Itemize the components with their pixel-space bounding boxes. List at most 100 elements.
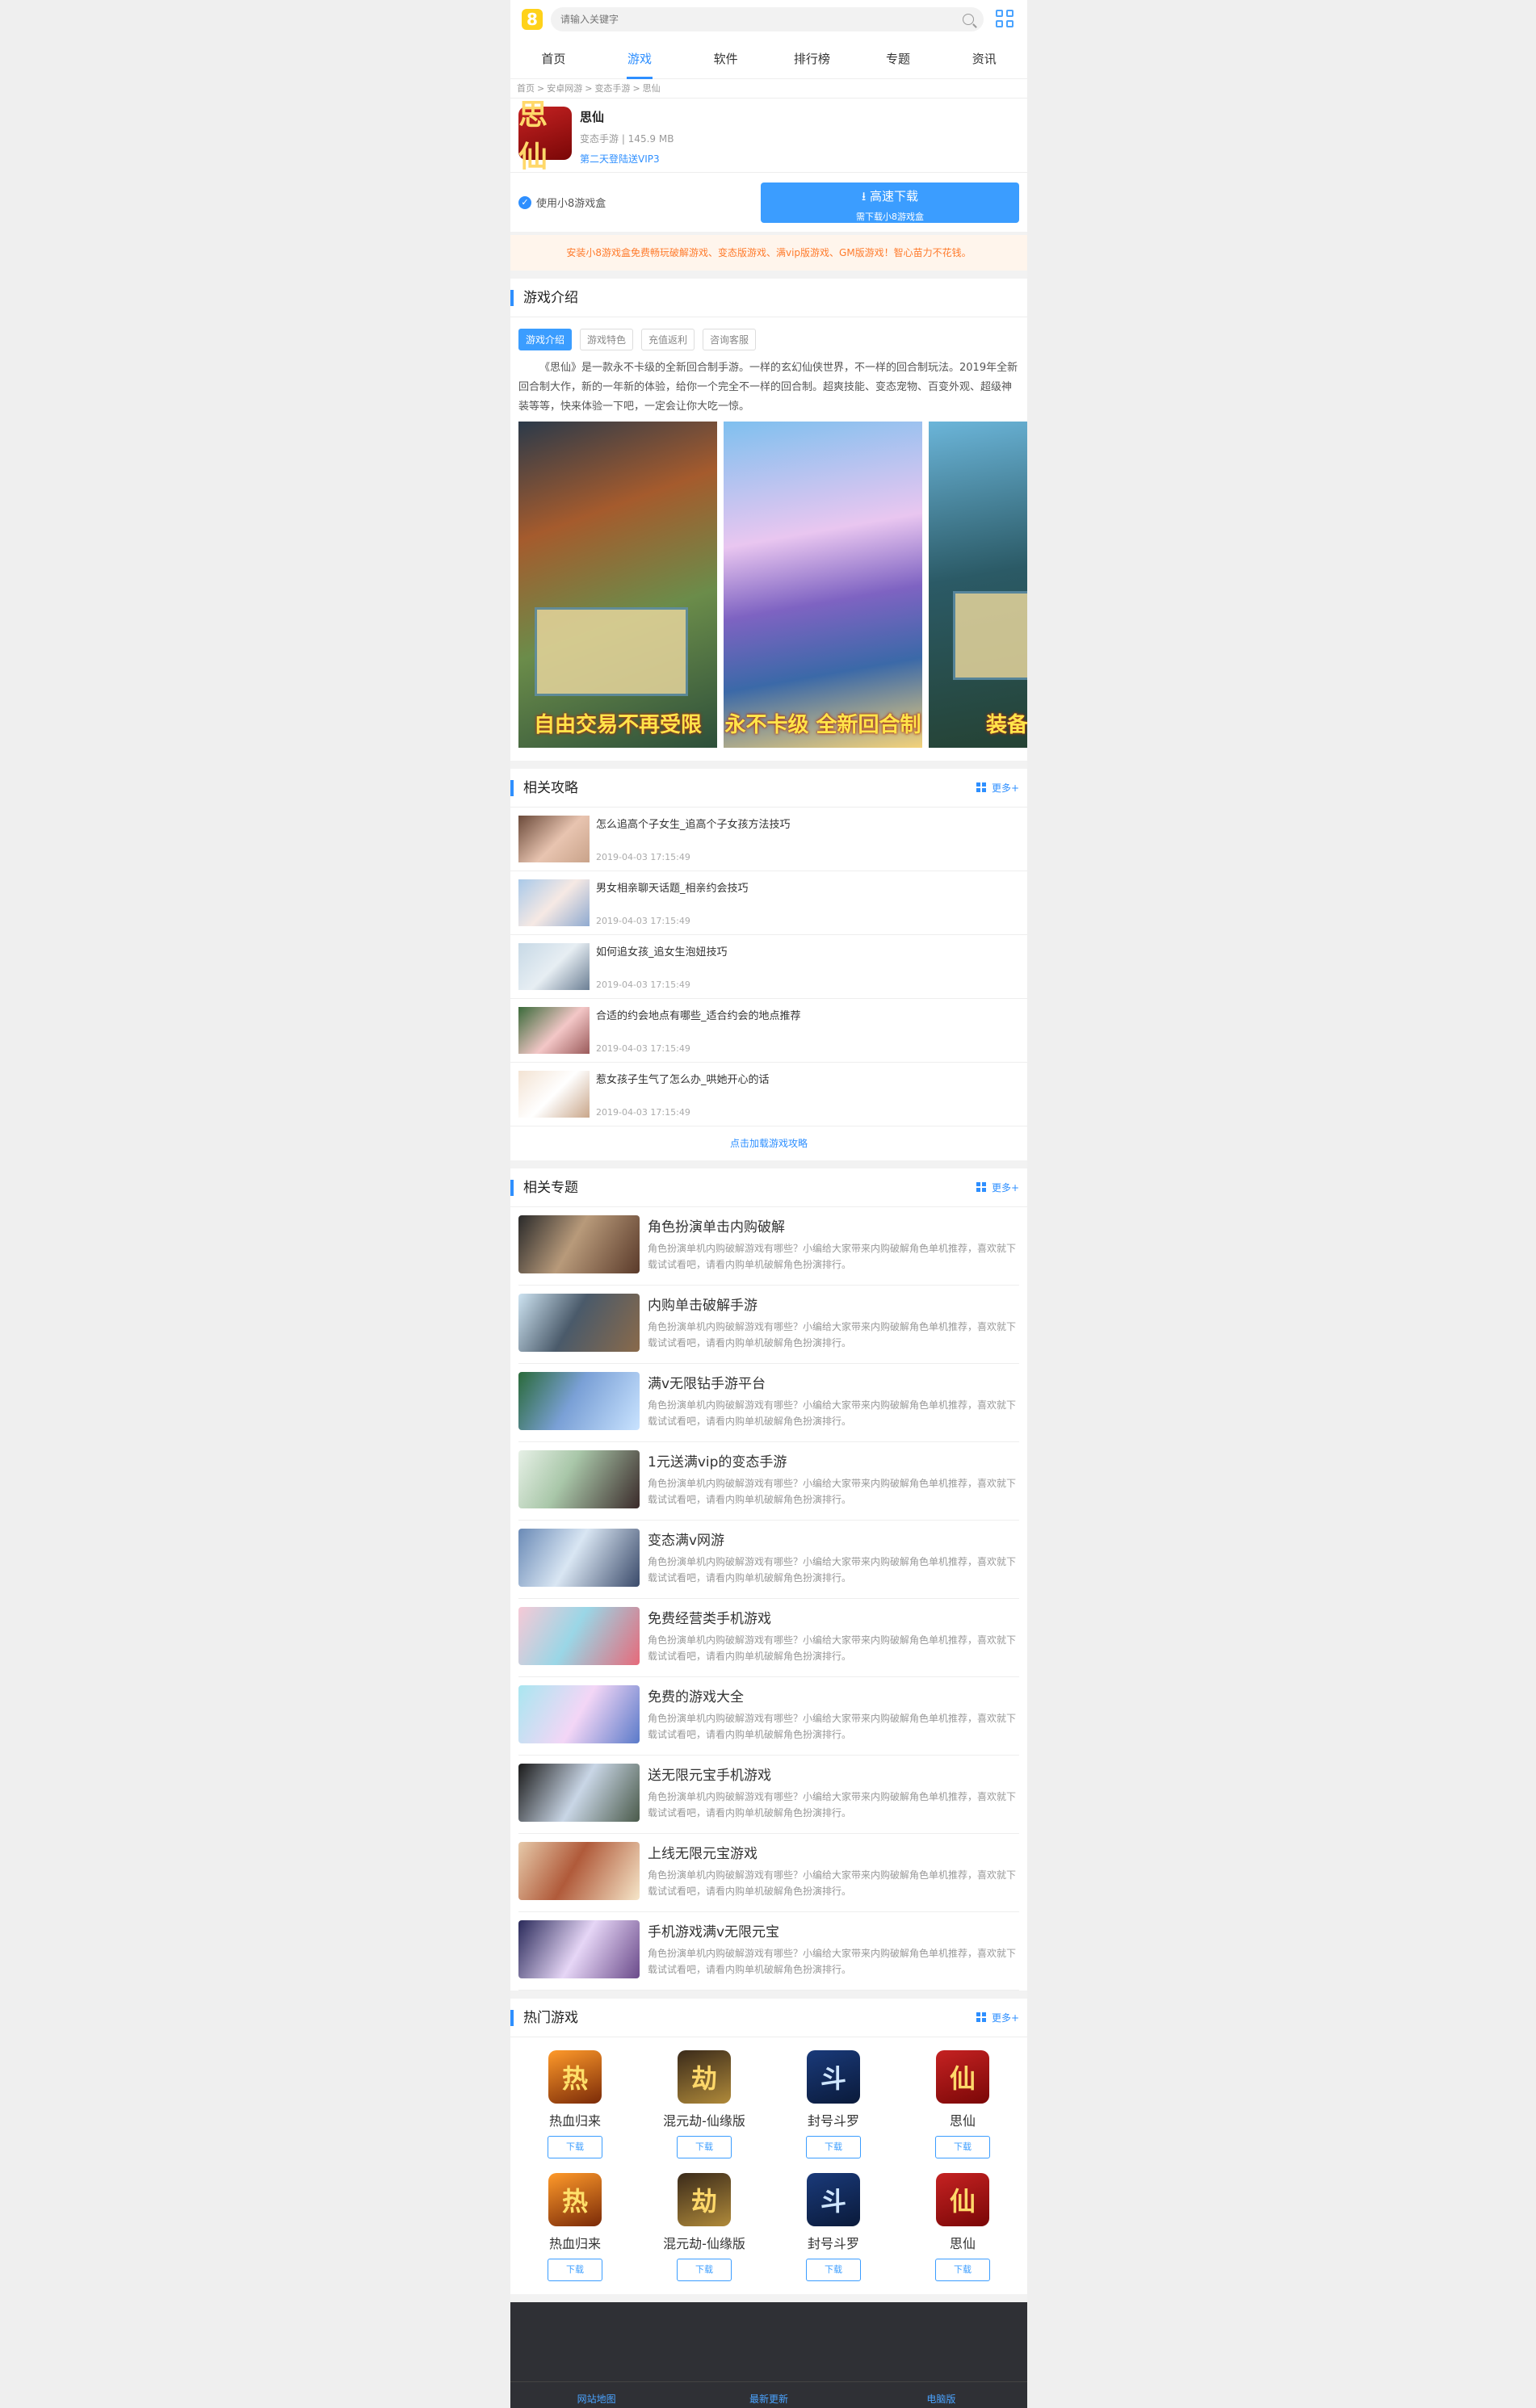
article-title[interactable]: 如何追女孩_追女生泡妞技巧	[596, 943, 1019, 959]
screenshot-strip[interactable]: 自由交易不再受限 永不卡级 全新回合制 装备全靠	[510, 422, 1027, 761]
hot-game-icon[interactable]: 劫	[678, 2173, 731, 2226]
topic-item[interactable]: 送无限元宝手机游戏 角色扮演单机内购破解游戏有哪些？小编给大家带来内购破解角色单机…	[518, 1756, 1019, 1834]
intro-tab[interactable]: 游戏特色	[580, 329, 634, 350]
hot-game-name[interactable]: 思仙	[898, 2233, 1027, 2252]
section-header: 相关攻略 更多+	[510, 769, 1027, 808]
hot-game-icon[interactable]: 斗	[807, 2173, 860, 2226]
game-box-label: 使用小8游戏盒	[536, 198, 606, 210]
topic-title[interactable]: 上线无限元宝游戏	[648, 1842, 1019, 1862]
topic-item[interactable]: 免费的游戏大全角色扮演单机内购破解游戏有哪些？小编给大家带来内购破解角色单机推荐…	[518, 1677, 1019, 1756]
hot-game-icon[interactable]: 仙	[936, 2173, 989, 2226]
intro-tab[interactable]: 咨询客服	[703, 329, 757, 350]
download-main-label: 高速下载	[870, 188, 919, 203]
hot-game-download-button[interactable]: 下载	[935, 2259, 990, 2281]
hot-game-icon[interactable]: 劫	[678, 2050, 731, 2104]
hot-game-download-button[interactable]: 下载	[806, 2136, 861, 2158]
breadcrumb-separator: >	[585, 83, 593, 94]
game-vip-note: 第二天登陆送VIP3	[580, 153, 660, 165]
topic-title[interactable]: 内购单击破解手游	[648, 1294, 1019, 1314]
hot-game-download-button[interactable]: 下载	[806, 2259, 861, 2281]
article-item[interactable]: 合适的约会地点有哪些_适合约会的地点推荐 2019-04-03 17:15:49	[510, 999, 1027, 1063]
article-item[interactable]: 男女相亲聊天话题_相亲约会技巧 2019-04-03 17:15:49	[510, 871, 1027, 935]
article-title[interactable]: 怎么追高个子女生_追高个子女孩方法技巧	[596, 816, 1019, 831]
game-icon: 思仙	[518, 98, 572, 174]
hot-game-name[interactable]: 混元劫-仙缘版	[640, 2233, 769, 2252]
hot-game-name[interactable]: 封号斗罗	[769, 2233, 898, 2252]
article-item[interactable]: 如何追女孩_追女生泡妞技巧 2019-04-03 17:15:49	[510, 935, 1027, 999]
hot-game-name[interactable]: 热血归来	[510, 2110, 640, 2129]
hot-game-download-button[interactable]: 下载	[677, 2136, 732, 2158]
article-item[interactable]: 怎么追高个子女生_追高个子女孩方法技巧 2019-04-03 17:15:49	[510, 808, 1027, 871]
section-header: 热门游戏 更多+	[510, 1999, 1027, 2037]
topic-item[interactable]: 上线无限元宝游戏 角色扮演单机内购破解游戏有哪些？小编给大家带来内购破解角色单机推…	[518, 1834, 1019, 1912]
hot-game-icon[interactable]: 斗	[807, 2050, 860, 2104]
more-link[interactable]: 更多+	[976, 781, 1019, 795]
hot-game-icon[interactable]: 热	[548, 2173, 602, 2226]
topic-title[interactable]: 送无限元宝手机游戏	[648, 1764, 1019, 1784]
topic-title[interactable]: 1元送满vip的变态手游	[648, 1450, 1019, 1470]
topic-title[interactable]: 免费的游戏大全	[648, 1685, 1019, 1705]
screenshot[interactable]: 永不卡级 全新回合制	[724, 422, 922, 748]
topic-title[interactable]: 变态满v网游	[648, 1529, 1019, 1549]
topic-title[interactable]: 角色扮演单击内购破解	[648, 1215, 1019, 1235]
load-more-link[interactable]: 点击加载游戏攻略	[510, 1126, 1027, 1160]
nav-tab[interactable]: 软件	[682, 39, 769, 79]
topic-item[interactable]: 角色扮演单击内购破解 角色扮演单机内购破解游戏有哪些？小编给大家带来内购破解角色单…	[518, 1207, 1019, 1286]
hot-game-icon[interactable]: 仙	[936, 2050, 989, 2104]
nav-tab[interactable]: 专题	[855, 39, 942, 79]
breadcrumb-item[interactable]: 变态手游	[594, 83, 630, 94]
more-label: 更多+	[991, 1182, 1019, 1194]
article-title[interactable]: 惹女孩子生气了怎么办_哄她开心的话	[596, 1071, 1019, 1086]
intro-section: 游戏介绍 游戏介绍 游戏特色 充值返利 咨询客服 《思仙》是一款永不卡级的全新回合制手…	[510, 279, 1027, 761]
topic-item[interactable]: 1元送满vip的变态手游 角色扮演单机内购破解游戏有哪些？小编给大家带来内购破解角…	[518, 1442, 1019, 1521]
site-logo[interactable]: 8	[522, 9, 543, 30]
topic-item[interactable]: 变态满v网游 角色扮演单机内购破解游戏有哪些？小编给大家带来内购破解角色单机推荐，…	[518, 1521, 1019, 1599]
nav-tab[interactable]: 首页	[510, 39, 597, 79]
more-label: 更多+	[991, 782, 1019, 794]
download-icon: ⭳	[861, 188, 870, 203]
hot-game-name[interactable]: 思仙	[898, 2110, 1027, 2129]
check-icon: ✓	[518, 195, 531, 209]
topic-title[interactable]: 手机游戏满v无限元宝	[648, 1920, 1019, 1940]
more-link[interactable]: 更多+	[976, 2011, 1019, 2024]
hot-game-name[interactable]: 热血归来	[510, 2233, 640, 2252]
hot-game-download-button[interactable]: 下载	[548, 2259, 602, 2281]
topic-title[interactable]: 免费经营类手机游戏	[648, 1607, 1019, 1627]
intro-tab[interactable]: 游戏介绍	[518, 329, 573, 350]
topic-title[interactable]: 满v无限钻手游平台	[648, 1372, 1019, 1392]
article-item[interactable]: 惹女孩子生气了怎么办_哄她开心的话 2019-04-03 17:15:49	[510, 1063, 1027, 1126]
fast-download-button[interactable]: ⭳ 高速下载 需下载小8游戏盒	[761, 182, 1019, 223]
more-link[interactable]: 更多+	[976, 1181, 1019, 1194]
footer-link[interactable]: 电脑版	[855, 2382, 1027, 2408]
hot-game-icon[interactable]: 热	[548, 2050, 602, 2104]
topic-item[interactable]: 内购单击破解手游 角色扮演单机内购破解游戏有哪些？小编给大家带来内购破解角色单机推…	[518, 1286, 1019, 1364]
footer-link[interactable]: 网站地图	[510, 2382, 682, 2408]
footer-link[interactable]: 最新更新	[682, 2382, 854, 2408]
topic-item[interactable]: 满v无限钻手游平台 角色扮演单机内购破解游戏有哪些？小编给大家带来内购破解角色单机…	[518, 1364, 1019, 1442]
nav-tab[interactable]: 资讯	[941, 39, 1027, 79]
game-box-checkbox[interactable]: ✓ 使用小8游戏盒	[518, 195, 761, 210]
article-title[interactable]: 男女相亲聊天话题_相亲约会技巧	[596, 879, 1019, 895]
search-box[interactable]	[551, 7, 984, 31]
search-icon[interactable]	[963, 14, 974, 25]
topic-item[interactable]: 手机游戏满v无限元宝 角色扮演单机内购破解游戏有哪些？小编给大家带来内购破解角色单…	[518, 1912, 1019, 1991]
more-label: 更多+	[991, 2012, 1019, 2024]
article-thumbnail	[518, 1007, 590, 1054]
hot-game-download-button[interactable]: 下载	[548, 2136, 602, 2158]
nav-tab[interactable]: 排行榜	[769, 39, 855, 79]
hot-game-download-button[interactable]: 下载	[935, 2136, 990, 2158]
breadcrumb-item[interactable]: 思仙	[643, 83, 661, 94]
screenshot[interactable]: 自由交易不再受限	[518, 422, 717, 748]
article-title[interactable]: 合适的约会地点有哪些_适合约会的地点推荐	[596, 1007, 1019, 1022]
hot-game-name[interactable]: 封号斗罗	[769, 2110, 898, 2129]
hot-game-name[interactable]: 混元劫-仙缘版	[640, 2110, 769, 2129]
apps-grid-icon[interactable]	[995, 9, 1016, 30]
screenshot[interactable]: 装备全靠	[929, 422, 1027, 748]
nav-tab[interactable]: 游戏	[597, 39, 683, 79]
topic-item[interactable]: 免费经营类手机游戏 角色扮演单机内购破解游戏有哪些？小编给大家带来内购破解角色单机…	[518, 1599, 1019, 1677]
search-input[interactable]	[560, 14, 963, 25]
hot-game-download-button[interactable]: 下载	[677, 2259, 732, 2281]
breadcrumb: 首页 > 安卓网游 > 变态手游 > 思仙	[510, 79, 1027, 99]
topic-desc: 角色扮演单机内购破解游戏有哪些？小编给大家带来内购破解角色单机推荐，喜欢就下载试…	[648, 1713, 1017, 1740]
intro-tab[interactable]: 充值返利	[641, 329, 695, 350]
